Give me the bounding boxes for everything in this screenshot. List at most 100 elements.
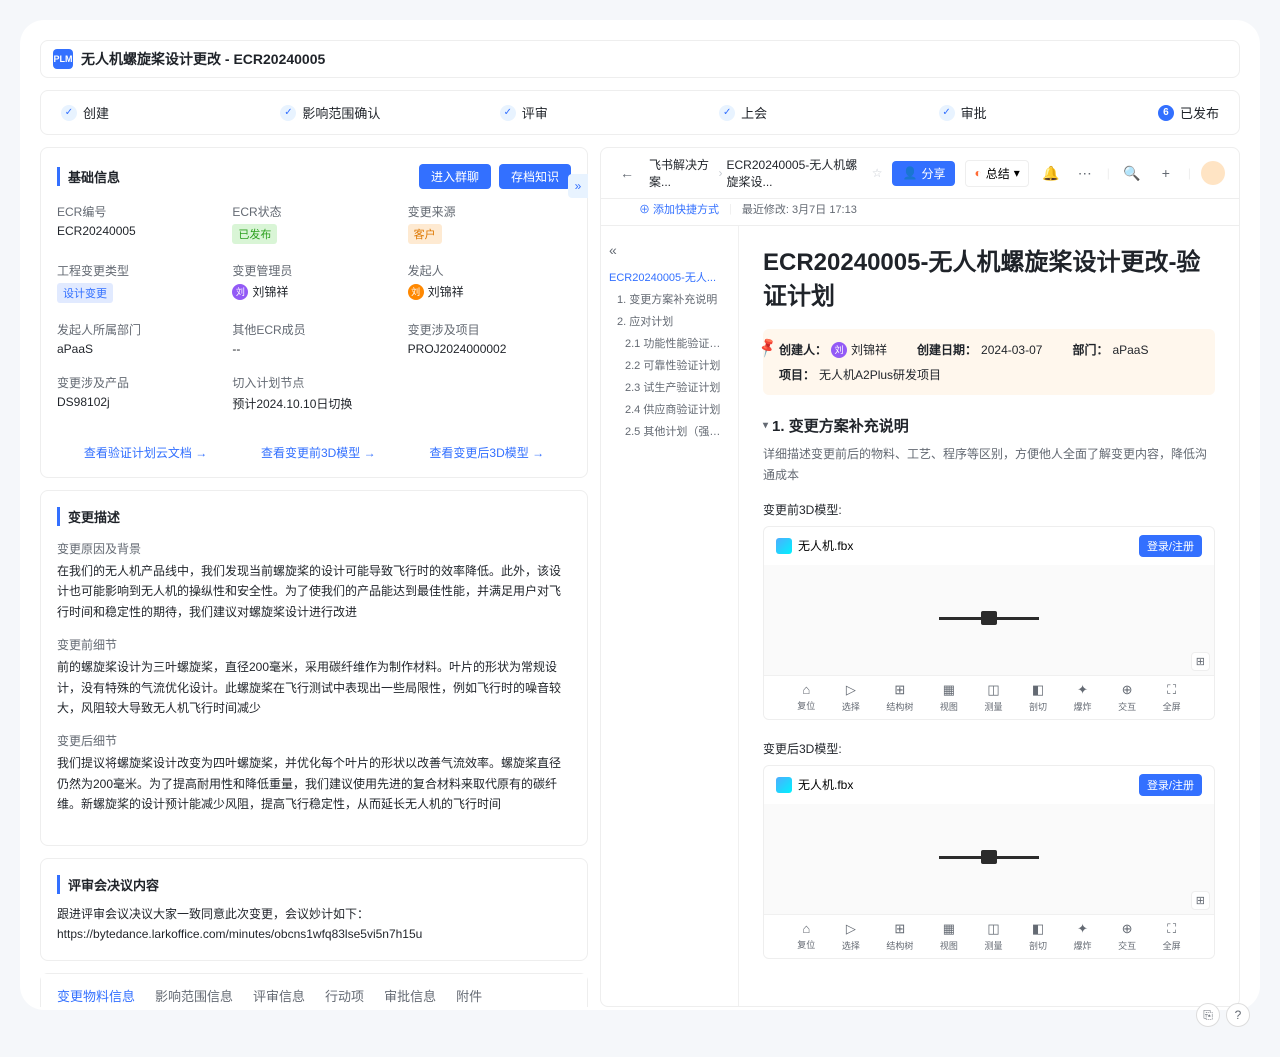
step-review[interactable]: ✓评审	[500, 103, 719, 122]
model-toolbar: ⌂复位 ▷选择 ⊞结构树 ▦视图 ◫测量 ◧剖切 ✦爆炸 ⊕交互 ⛶全屏	[764, 675, 1214, 719]
dept-value: aPaaS	[57, 342, 220, 356]
tool-icon: ⛶	[1167, 921, 1176, 937]
archive-button[interactable]: 存档知识	[499, 164, 571, 189]
outline-item[interactable]: 2.5 其他计划（强制认...	[609, 420, 730, 442]
summary-button[interactable]: ◐总结▾	[965, 160, 1028, 187]
tool-icon: ⌂	[802, 921, 810, 936]
add-shortcut-link[interactable]: ⊕ 添加快捷方式	[639, 201, 719, 217]
tabs: 变更物料信息 影响范围信息 评审信息 行动项 审批信息 附件	[41, 974, 587, 1007]
chevron-down-icon: ▾	[1014, 166, 1020, 180]
tab-attachment[interactable]: 附件	[456, 974, 482, 1007]
outline-item[interactable]: 2.1 功能性能验证计划	[609, 332, 730, 354]
tool-icon: ✦	[1077, 921, 1088, 937]
tab-review[interactable]: 评审信息	[253, 974, 305, 1007]
tool-结构树[interactable]: ⊞结构树	[886, 921, 913, 952]
check-icon: ✓	[500, 105, 516, 121]
breadcrumb-item[interactable]: 飞书解决方案...	[649, 156, 715, 190]
tool-全屏[interactable]: ⛶全屏	[1163, 682, 1181, 713]
step-number-icon: 6	[1158, 105, 1174, 121]
status-label: ECR状态	[232, 203, 395, 220]
more-icon[interactable]: ⋯	[1073, 161, 1097, 185]
tool-icon: ◧	[1032, 682, 1044, 698]
step-meeting[interactable]: ✓上会	[719, 103, 938, 122]
back-icon[interactable]: ←	[615, 161, 639, 185]
model-before-box: 无人机.fbx 登录/注册 ⊞ ⌂复位▷选择⊞结构树▦视图◫测量◧剖切✦爆炸⊕交…	[763, 526, 1215, 720]
tool-复位[interactable]: ⌂复位	[797, 682, 815, 713]
tool-结构树[interactable]: ⊞结构树	[886, 682, 913, 713]
tool-剖切[interactable]: ◧剖切	[1029, 921, 1047, 952]
share-icon: 👤	[902, 166, 917, 180]
model-after-label: 变更后3D模型:	[763, 740, 1215, 757]
canvas-corner-tools[interactable]: ⊞	[1191, 891, 1210, 910]
tab-approval[interactable]: 审批信息	[384, 974, 436, 1007]
tool-icon: ▷	[846, 921, 856, 937]
model-canvas[interactable]: ⊞	[764, 804, 1214, 914]
tab-material[interactable]: 变更物料信息	[57, 974, 135, 1007]
step-scope[interactable]: ✓影响范围确认	[280, 103, 499, 122]
tool-icon: ⊞	[894, 682, 905, 698]
outline-item[interactable]: 2.4 供应商验证计划	[609, 398, 730, 420]
tool-测量[interactable]: ◫测量	[984, 921, 1002, 952]
view-after-model-link[interactable]: 查看变更后3D模型 →	[429, 444, 544, 461]
view-doc-link[interactable]: 查看验证计划云文档 →	[84, 444, 207, 461]
review-card: 评审会决议内容 跟进评审会议决议大家一致同意此次变更，会议妙计如下：https:…	[40, 858, 588, 962]
user-avatar[interactable]	[1201, 161, 1225, 185]
step-create[interactable]: ✓创建	[61, 103, 280, 122]
outline-item[interactable]: 1. 变更方案补充说明	[609, 288, 730, 310]
step-approve[interactable]: ✓审批	[939, 103, 1158, 122]
help-icon[interactable]: ?	[1226, 1003, 1250, 1027]
doc-outline: « ECR20240005-无人... 1. 变更方案补充说明 2. 应对计划 …	[601, 226, 739, 1006]
plus-icon[interactable]: +	[1154, 161, 1178, 185]
ecr-no-value: ECR20240005	[57, 224, 220, 238]
breadcrumb: 飞书解决方案... › ECR20240005-无人机螺旋桨设... ☆	[649, 156, 882, 190]
change-type-label: 工程变更类型	[57, 262, 220, 279]
enter-group-button[interactable]: 进入群聊	[419, 164, 491, 189]
ecr-no-label: ECR编号	[57, 203, 220, 220]
view-before-model-link[interactable]: 查看变更前3D模型 →	[261, 444, 376, 461]
tool-icon: ◧	[1032, 921, 1044, 937]
canvas-corner-tools[interactable]: ⊞	[1191, 652, 1210, 671]
tool-测量[interactable]: ◫测量	[984, 682, 1002, 713]
tool-爆炸[interactable]: ✦爆炸	[1074, 682, 1092, 713]
doc-meta-box: 📌 创建人：刘刘锦祥 创建日期：2024-03-07 部门：aPaaS 项目：无…	[763, 329, 1215, 395]
tool-视图[interactable]: ▦视图	[940, 921, 958, 952]
login-button[interactable]: 登录/注册	[1139, 535, 1202, 557]
tab-action[interactable]: 行动项	[325, 974, 364, 1007]
star-icon[interactable]: ☆	[872, 166, 883, 180]
search-icon[interactable]: 🔍	[1120, 161, 1144, 185]
tool-爆炸[interactable]: ✦爆炸	[1074, 921, 1092, 952]
tool-交互[interactable]: ⊕交互	[1118, 682, 1136, 713]
outline-item[interactable]: 2. 应对计划	[609, 310, 730, 332]
drone-icon	[939, 605, 1039, 635]
breadcrumb-item[interactable]: ECR20240005-无人机螺旋桨设...	[727, 156, 868, 190]
tool-交互[interactable]: ⊕交互	[1118, 921, 1136, 952]
tool-复位[interactable]: ⌂复位	[797, 921, 815, 952]
plan-node-label: 切入计划节点	[232, 374, 571, 391]
tool-视图[interactable]: ▦视图	[940, 682, 958, 713]
doc-content: ECR20240005-无人机螺旋桨设计更改-验证计划 📌 创建人：刘刘锦祥 创…	[739, 226, 1239, 1006]
tool-icon: ▦	[943, 921, 955, 937]
drone-icon	[939, 844, 1039, 874]
step-published[interactable]: 6已发布	[1158, 103, 1219, 122]
review-text: 跟进评审会议决议大家一致同意此次变更，会议妙计如下：https://byteda…	[57, 904, 571, 945]
outline-collapse-icon[interactable]: «	[609, 242, 730, 258]
tool-剖切[interactable]: ◧剖切	[1029, 682, 1047, 713]
after-text: 我们提议将螺旋桨设计改变为四叶螺旋桨，并优化每个叶片的形状以改善气流效率。螺旋桨…	[57, 753, 571, 814]
outline-title[interactable]: ECR20240005-无人...	[609, 266, 730, 288]
meta-date: 2024-03-07	[981, 343, 1042, 357]
copy-icon[interactable]: ⎘	[1196, 1003, 1220, 1027]
avatar-icon: 刘	[232, 284, 248, 300]
bell-icon[interactable]: 🔔	[1039, 161, 1063, 185]
tool-选择[interactable]: ▷选择	[842, 921, 860, 952]
outline-item[interactable]: 2.2 可靠性验证计划	[609, 354, 730, 376]
share-button[interactable]: 👤分享	[892, 161, 955, 186]
tab-scope[interactable]: 影响范围信息	[155, 974, 233, 1007]
meta-date-label: 创建日期：	[917, 341, 977, 358]
login-button[interactable]: 登录/注册	[1139, 774, 1202, 796]
outline-item[interactable]: 2.3 试生产验证计划	[609, 376, 730, 398]
model-canvas[interactable]: ⊞	[764, 565, 1214, 675]
expand-toggle[interactable]: »	[568, 174, 588, 198]
tool-全屏[interactable]: ⛶全屏	[1163, 921, 1181, 952]
tool-选择[interactable]: ▷选择	[842, 682, 860, 713]
tool-icon: ⊕	[1122, 921, 1133, 937]
